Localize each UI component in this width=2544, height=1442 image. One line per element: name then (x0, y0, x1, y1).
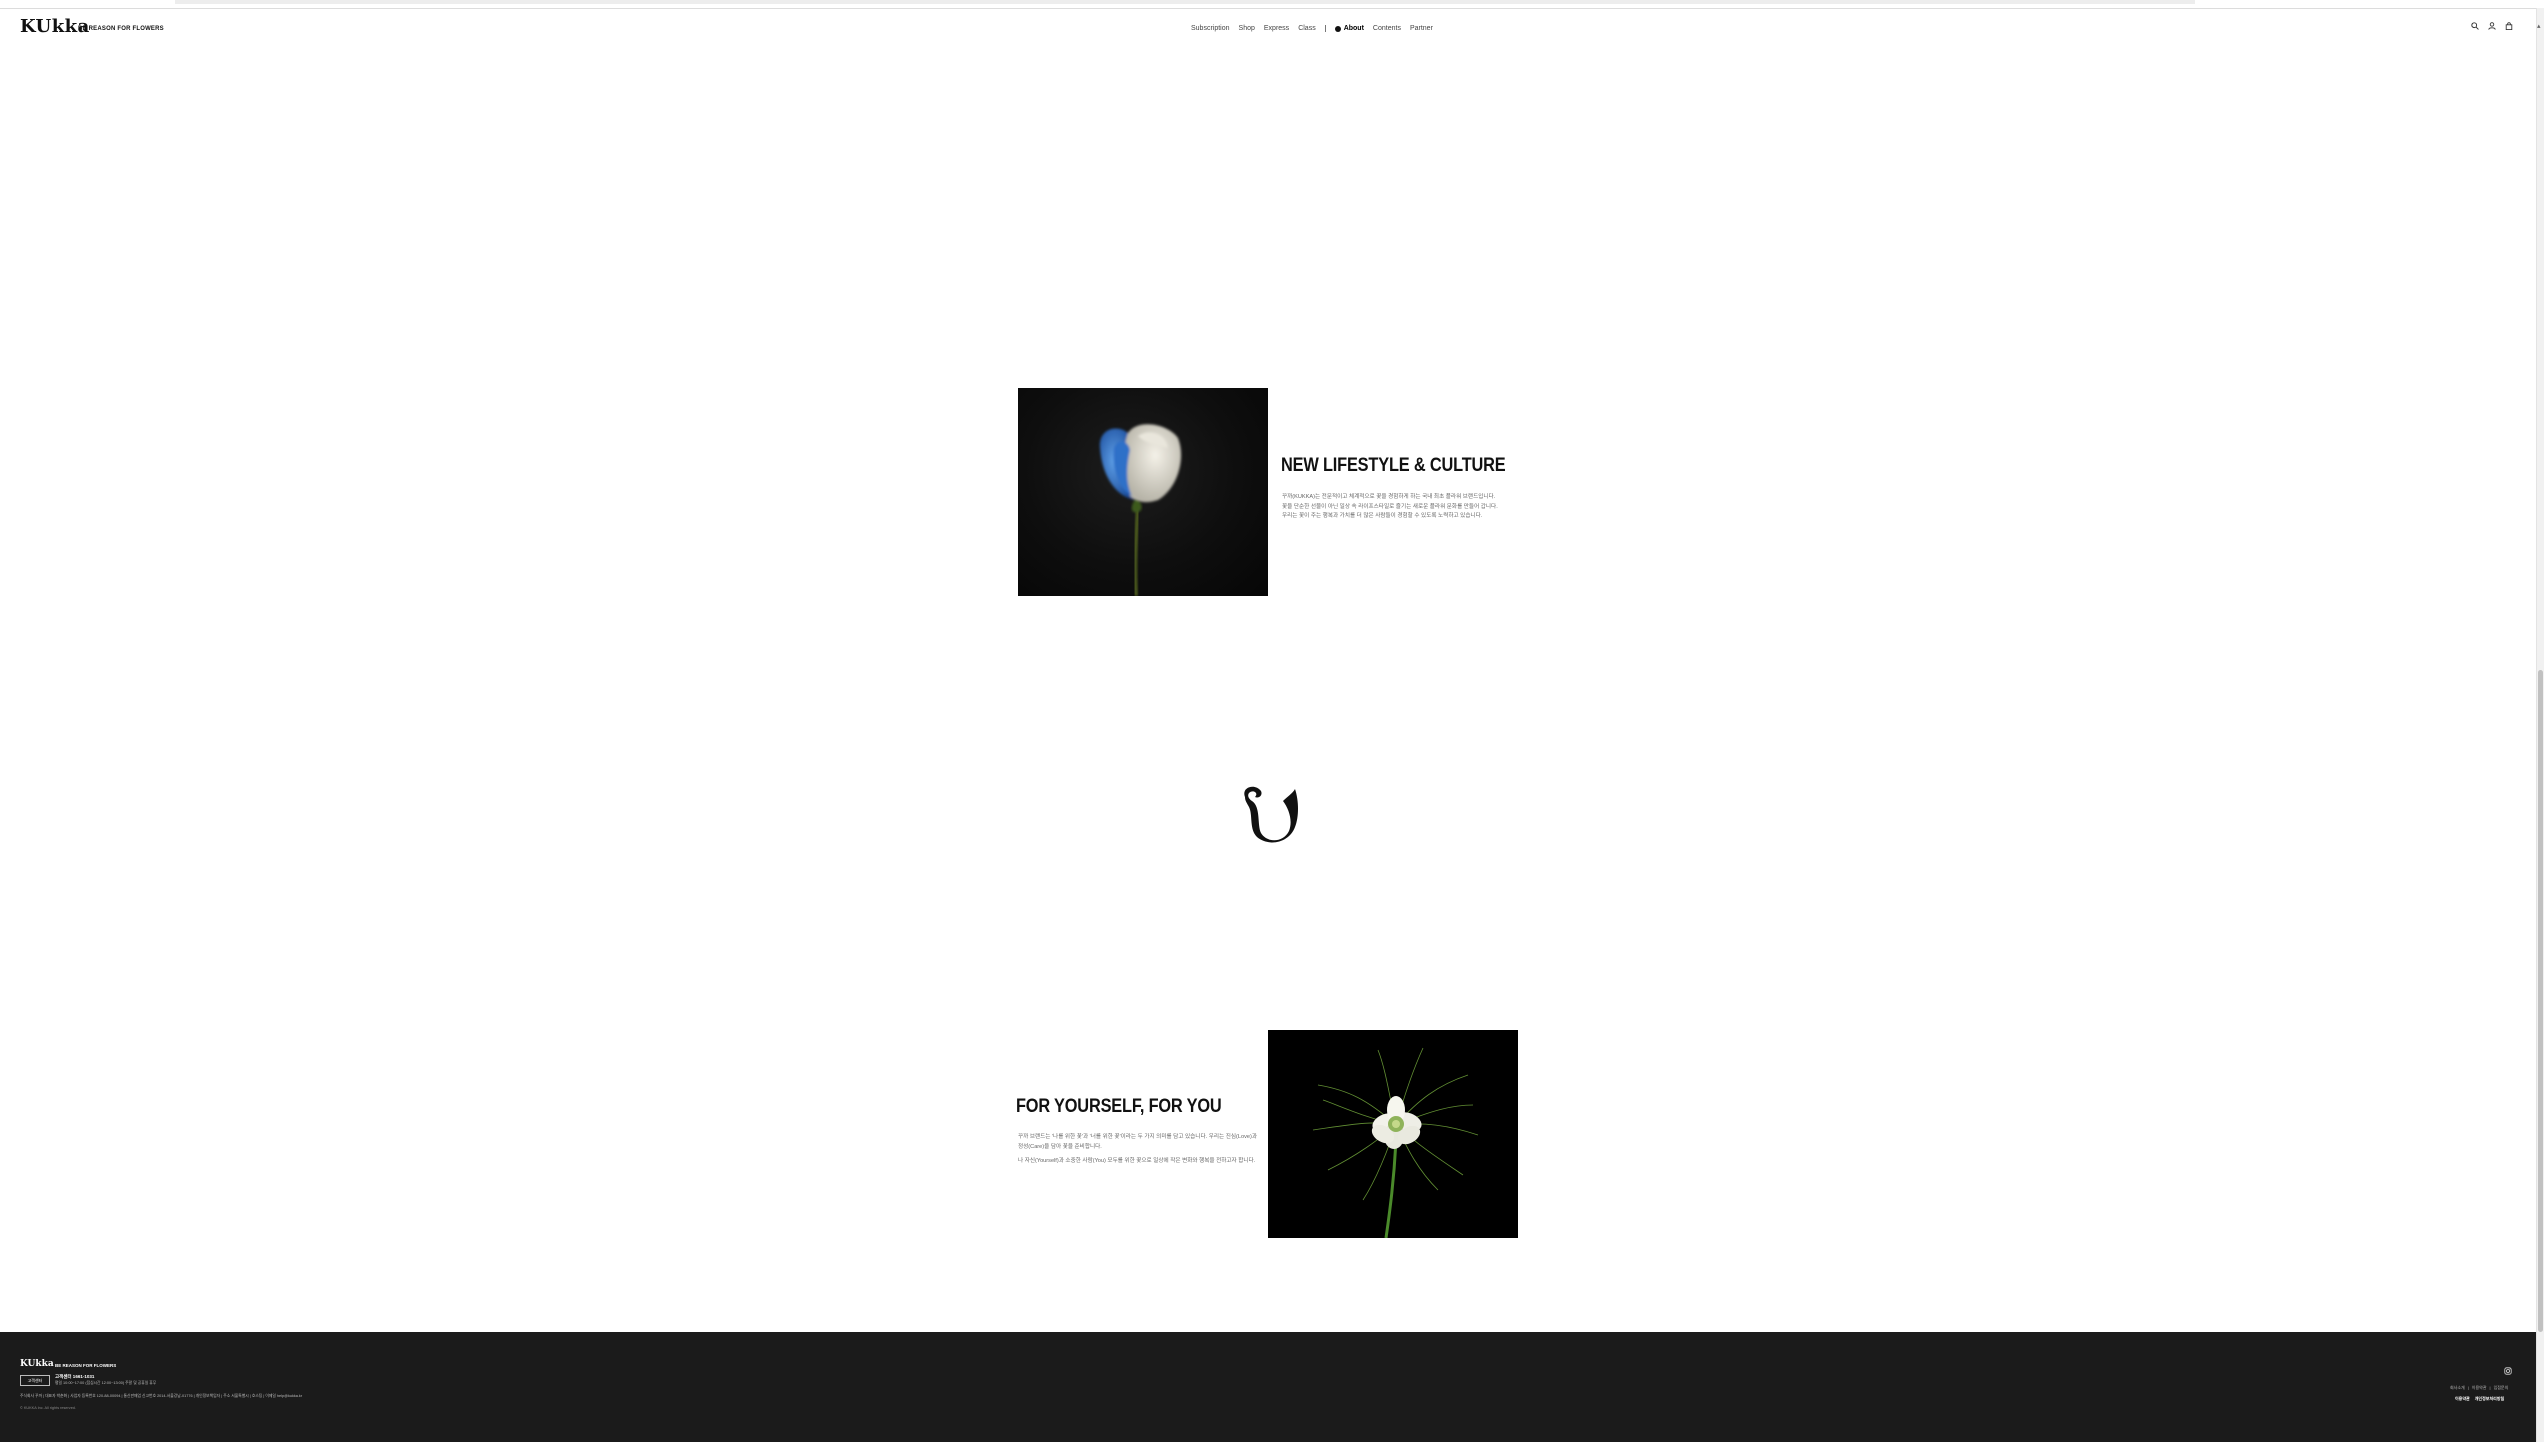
nav-item-subscription[interactable]: Subscription (1191, 25, 1230, 32)
nav-item-partner[interactable]: Partner (1410, 25, 1433, 32)
company-info: 주식회사 꾸까 | 대표자 박춘화 | 사업자 등록번호 120-88-0009… (20, 1394, 303, 1398)
nav-item-about[interactable]: About (1334, 25, 1364, 32)
scroll-up-arrow-icon[interactable]: ▴ (2537, 22, 2541, 30)
copyright: © KUKKA Inc. All rights reserved. (20, 1406, 76, 1410)
section-body-lifestyle: 꾸까(KUKKA)는 전문적이고 체계적으로 꽃을 경험하게 하는 국내 최초 … (1282, 493, 1522, 522)
customer-center-button[interactable]: 고객센터 (20, 1375, 50, 1386)
brand-ornament-icon (1235, 781, 1301, 845)
scrollbar-thumb[interactable] (2538, 670, 2543, 1332)
footer-link-terms[interactable]: 이용약관 (2455, 1396, 2470, 1402)
nav-item-about-label: About (1343, 25, 1364, 32)
body-paragraph: 꾸까 브랜드는 '나를 위한 꽃'과 '너를 위한 꽃'이라는 두 가지 의미를… (1018, 1134, 1257, 1150)
nav-item-shop[interactable]: Shop (1239, 25, 1255, 32)
divider: | (2467, 1385, 2469, 1390)
footer-links-bottom: 이용약관 개인정보처리방침 (2455, 1396, 2504, 1402)
site-footer: KUkka BE REASON FOR FLOWERS 고객센터 고객센터 16… (0, 1332, 2536, 1442)
browser-tab-bar (175, 0, 2195, 4)
site-header: KUkka BE REASON FOR FLOWERS Subscription… (0, 10, 2538, 48)
nav-item-contents[interactable]: Contents (1373, 25, 1401, 32)
cart-icon[interactable] (2505, 22, 2513, 30)
footer-link[interactable]: 이용약관 (2472, 1385, 2487, 1391)
browser-top-strip (0, 0, 2544, 9)
customer-service-title: 고객센터 1661-1031 (55, 1374, 95, 1379)
nav-divider (1324, 25, 1326, 32)
footer-link[interactable]: 회사소개 (2450, 1385, 2465, 1391)
section-body-for-you: 꾸까 브랜드는 '나를 위한 꽃'과 '너를 위한 꽃'이라는 두 가지 의미를… (1018, 1133, 1258, 1172)
body-paragraph: 나 자신(Yourself)과 소중한 사람(You) 모두를 위한 꽃으로 일… (1018, 1158, 1256, 1164)
active-dot-icon (1334, 25, 1341, 32)
footer-tagline: BE REASON FOR FLOWERS (55, 1363, 117, 1368)
section-title-for-you: FOR YOURSELF, FOR YOU (1016, 1096, 1222, 1117)
body-line: 꽃을 단순한 선물이 아닌 일상 속 라이프스타일로 즐기는 새로운 플라워 문… (1282, 503, 1498, 510)
user-icon[interactable] (2488, 22, 2496, 30)
instagram-icon[interactable] (2504, 1362, 2512, 1375)
nigella-flower-image (1268, 1030, 1518, 1238)
footer-link-privacy[interactable]: 개인정보처리방침 (2475, 1396, 2504, 1402)
logo-tagline: BE REASON FOR FLOWERS (78, 26, 164, 32)
body-line: 꾸까(KUKKA)는 전문적이고 체계적으로 꽃을 경험하게 하는 국내 최초 … (1282, 494, 1496, 500)
section-title-lifestyle: NEW LIFESTYLE & CULTURE (1281, 455, 1506, 476)
nav-item-class[interactable]: Class (1298, 25, 1316, 32)
customer-service-hours: 평일 10:00~17:00 (점심시간 12:00~13:00) 주말 및 공… (55, 1381, 157, 1385)
search-icon[interactable] (2471, 22, 2479, 30)
divider: | (2489, 1385, 2491, 1390)
main-nav: Subscription Shop Express Class About Co… (1191, 25, 1433, 32)
footer-link[interactable]: 입점문의 (2494, 1385, 2509, 1391)
header-icons (2471, 22, 2513, 30)
nav-item-express[interactable]: Express (1264, 25, 1289, 32)
footer-links-top: 회사소개 | 이용약관 | 입점문의 (2450, 1385, 2508, 1391)
body-line: 우리는 꽃이 주는 행복과 가치를 더 많은 사람들이 경험할 수 있도록 노력… (1282, 513, 1483, 519)
footer-logo[interactable]: KUkka (20, 1359, 54, 1369)
rose-image (1018, 388, 1268, 596)
